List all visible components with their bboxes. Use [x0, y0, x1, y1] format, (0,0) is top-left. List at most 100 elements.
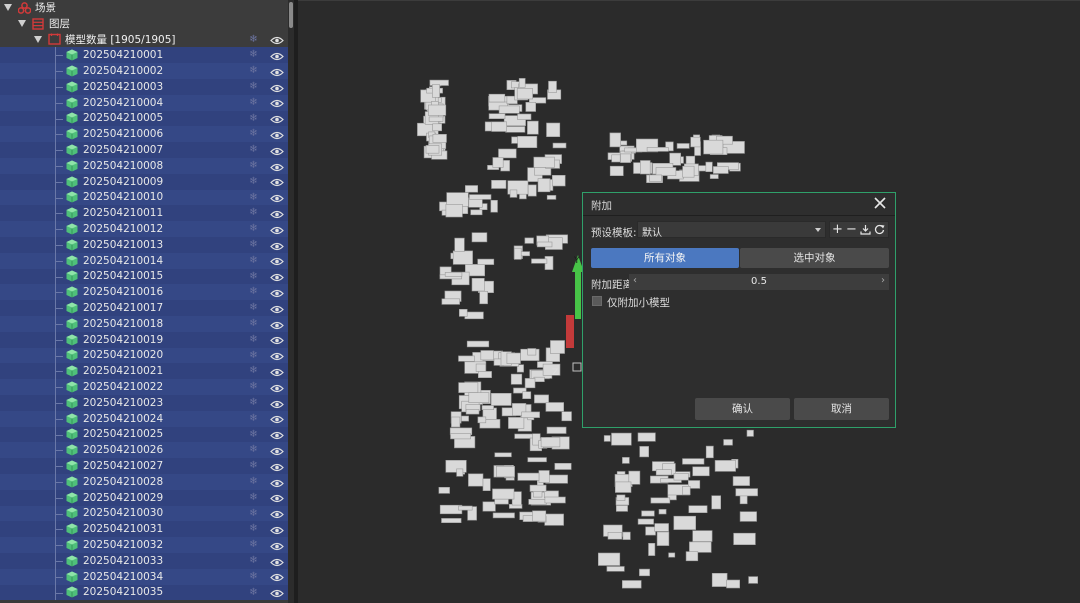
snowflake-icon[interactable]: ❄: [248, 128, 259, 139]
snowflake-icon[interactable]: ❄: [248, 350, 259, 361]
tree-model-item[interactable]: 202504210022 ❄: [0, 379, 288, 395]
confirm-button[interactable]: 确认: [695, 398, 790, 420]
tree-model-item[interactable]: 202504210029 ❄: [0, 489, 288, 506]
tab-selected-objects[interactable]: 选中对象: [740, 248, 889, 268]
snowflake-icon[interactable]: ❄: [248, 334, 259, 345]
snowflake-icon[interactable]: ❄: [248, 113, 259, 124]
eye-icon[interactable]: [270, 525, 284, 534]
snowflake-icon[interactable]: ❄: [248, 444, 259, 455]
tree-node-layer[interactable]: 图层: [0, 15, 288, 32]
eye-icon[interactable]: [270, 98, 284, 108]
snowflake-icon[interactable]: ❄: [248, 460, 259, 471]
save-preset-icon[interactable]: [859, 222, 872, 237]
expand-arrow-icon[interactable]: [18, 20, 26, 28]
snowflake-icon[interactable]: ❄: [248, 65, 259, 76]
eye-icon[interactable]: [270, 320, 284, 329]
eye-icon[interactable]: [270, 351, 284, 361]
snowflake-icon[interactable]: ❄: [248, 34, 259, 45]
snowflake-icon[interactable]: ❄: [248, 508, 259, 519]
reset-preset-icon[interactable]: [873, 222, 886, 237]
snowflake-icon[interactable]: ❄: [248, 144, 259, 155]
tree-model-item[interactable]: 202504210010 ❄: [0, 189, 288, 206]
add-preset-icon[interactable]: +: [831, 222, 844, 237]
tree-model-item[interactable]: 202504210030 ❄: [0, 505, 288, 522]
snowflake-icon[interactable]: ❄: [248, 555, 259, 566]
snowflake-icon[interactable]: ❄: [248, 397, 259, 408]
snowflake-icon[interactable]: ❄: [248, 223, 259, 234]
tree-model-item[interactable]: 202504210020 ❄: [0, 347, 288, 364]
snowflake-icon[interactable]: ❄: [248, 176, 259, 187]
eye-icon[interactable]: [270, 541, 284, 550]
tree-model-item[interactable]: 202504210025 ❄: [0, 426, 288, 443]
tree-model-item[interactable]: 202504210021 ❄: [0, 363, 288, 380]
distance-spinbox[interactable]: ‹ 0.5 ›: [629, 274, 889, 290]
gizmo-y-axis[interactable]: [575, 270, 581, 319]
tree-model-item[interactable]: 202504210006 ❄: [0, 126, 288, 143]
eye-icon[interactable]: [270, 446, 284, 455]
snowflake-icon[interactable]: ❄: [248, 523, 259, 534]
tab-all-objects[interactable]: 所有对象: [591, 248, 739, 268]
gizmo-center[interactable]: [572, 362, 582, 372]
eye-icon[interactable]: [270, 225, 284, 234]
tree-model-item[interactable]: 202504210027 ❄: [0, 458, 288, 474]
snowflake-icon[interactable]: ❄: [248, 255, 259, 266]
tree-node-model-group[interactable]: 模型数量 [1905/1905] ❄: [0, 31, 288, 48]
eye-icon[interactable]: [270, 478, 284, 487]
eye-icon[interactable]: [270, 67, 284, 76]
tree-node-scene[interactable]: 场景: [0, 0, 288, 16]
snowflake-icon[interactable]: ❄: [248, 413, 259, 424]
eye-icon[interactable]: [270, 430, 284, 440]
tree-model-item[interactable]: 202504210035 ❄: [0, 584, 288, 601]
eye-icon[interactable]: [270, 35, 284, 44]
tree-model-item[interactable]: 202504210005 ❄: [0, 110, 288, 127]
tree-model-item[interactable]: 202504210015 ❄: [0, 268, 288, 285]
snowflake-icon[interactable]: ❄: [248, 302, 259, 313]
tree-model-item[interactable]: 202504210024 ❄: [0, 410, 288, 427]
eye-icon[interactable]: [270, 272, 284, 282]
eye-icon[interactable]: [270, 162, 284, 171]
tree-model-item[interactable]: 202504210008 ❄: [0, 158, 288, 174]
tree-model-item[interactable]: 202504210009 ❄: [0, 173, 288, 190]
tree-model-item[interactable]: 202504210003 ❄: [0, 79, 288, 95]
snowflake-icon[interactable]: ❄: [248, 192, 259, 203]
tree-model-item[interactable]: 202504210019 ❄: [0, 331, 288, 348]
eye-icon[interactable]: [270, 572, 284, 582]
eye-icon[interactable]: [270, 509, 284, 519]
tree-model-item[interactable]: 202504210034 ❄: [0, 568, 288, 585]
tree-model-item[interactable]: 202504210007 ❄: [0, 142, 288, 158]
tree-model-item[interactable]: 202504210014 ❄: [0, 252, 288, 269]
tree-model-item[interactable]: 202504210017 ❄: [0, 300, 288, 316]
tree-model-item[interactable]: 202504210032 ❄: [0, 537, 288, 553]
eye-icon[interactable]: [270, 193, 284, 203]
gizmo-x-handle[interactable]: [566, 315, 574, 348]
snowflake-icon[interactable]: ❄: [248, 318, 259, 329]
small-only-checkbox[interactable]: [592, 296, 602, 306]
tree-model-item[interactable]: 202504210013 ❄: [0, 237, 288, 253]
snowflake-icon[interactable]: ❄: [248, 587, 259, 598]
eye-icon[interactable]: [270, 335, 284, 345]
tree-model-item[interactable]: 202504210016 ❄: [0, 284, 288, 301]
eye-icon[interactable]: [270, 414, 284, 424]
snowflake-icon[interactable]: ❄: [248, 239, 259, 250]
snowflake-icon[interactable]: ❄: [248, 492, 259, 503]
tree-model-item[interactable]: 202504210002 ❄: [0, 63, 288, 79]
close-icon[interactable]: [873, 196, 887, 210]
eye-icon[interactable]: [270, 114, 284, 124]
eye-icon[interactable]: [270, 51, 284, 60]
eye-icon[interactable]: [270, 83, 284, 92]
eye-icon[interactable]: [270, 588, 284, 598]
tree-model-item[interactable]: 202504210023 ❄: [0, 395, 288, 411]
tree-model-item[interactable]: 202504210011 ❄: [0, 205, 288, 222]
eye-icon[interactable]: [270, 288, 284, 297]
snowflake-icon[interactable]: ❄: [248, 571, 259, 582]
preset-select[interactable]: 默认: [637, 221, 826, 239]
eye-icon[interactable]: [270, 383, 284, 392]
expand-arrow-icon[interactable]: [34, 35, 42, 43]
eye-icon[interactable]: [270, 399, 284, 408]
eye-icon[interactable]: [270, 304, 284, 313]
snowflake-icon[interactable]: ❄: [248, 49, 259, 60]
snowflake-icon[interactable]: ❄: [248, 160, 259, 171]
scrollbar-thumb[interactable]: [289, 2, 293, 28]
cancel-button[interactable]: 取消: [794, 398, 889, 420]
tree-model-item[interactable]: 202504210033 ❄: [0, 553, 288, 569]
